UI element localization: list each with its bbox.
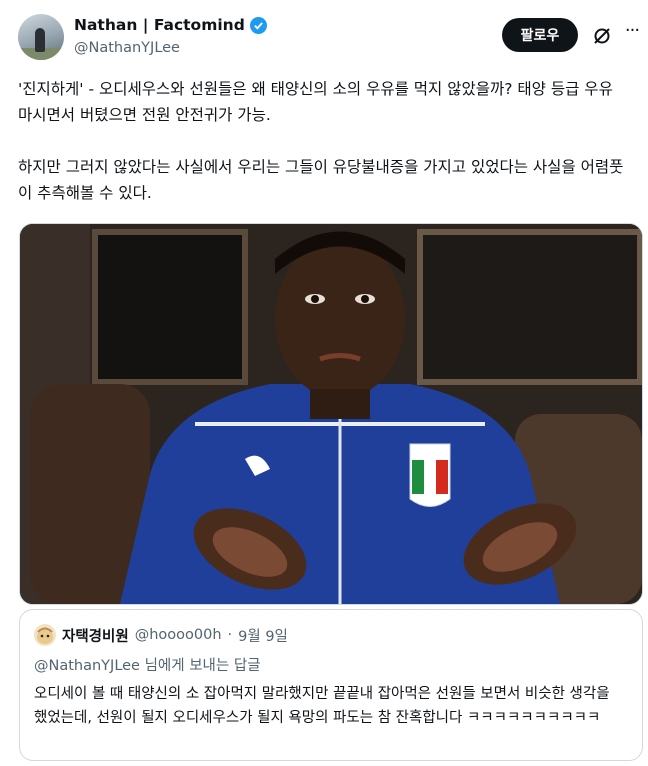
background-frame bbox=[92, 229, 248, 385]
quote-author-name[interactable]: 자택경비원 bbox=[62, 625, 129, 646]
post-paragraph-2: 하지만 그러지 않았다는 사실에서 우리는 그들이 유당불내증을 가지고 있었다… bbox=[18, 158, 624, 202]
author-avatar[interactable] bbox=[18, 14, 64, 60]
quote-text: 오디세이 볼 때 태양신의 소 잡아먹지 말라했지만 끝끝내 잡아먹은 선원들 … bbox=[34, 686, 610, 726]
avatar-figure bbox=[35, 28, 45, 52]
quoted-post[interactable]: 자택경비원 @hoooo00h · 9월 9일 @NathanYJLee 님에게… bbox=[19, 609, 643, 761]
post-image-illustration bbox=[20, 224, 642, 604]
post-text: '진지하게' - 오디세우스와 선원들은 왜 태양신의 소의 우유를 먹지 않았… bbox=[18, 76, 630, 206]
quote-header: 자택경비원 @hoooo00h · 9월 9일 bbox=[34, 624, 288, 646]
quote-avatar[interactable] bbox=[34, 624, 56, 646]
post-paragraph-1: '진지하게' - 오디세우스와 선원들은 왜 태양신의 소의 우유를 먹지 않았… bbox=[18, 80, 613, 124]
post-image[interactable] bbox=[19, 223, 643, 605]
author-name[interactable]: Nathan | Factomind bbox=[74, 16, 245, 34]
more-icon[interactable]: ··· bbox=[622, 22, 642, 44]
verified-badge-icon bbox=[249, 16, 267, 34]
background-window bbox=[417, 229, 642, 385]
face bbox=[275, 239, 405, 399]
quote-reply-to: @NathanYJLee 님에게 보내는 답글 bbox=[34, 658, 261, 674]
author-handle[interactable]: @NathanYJLee bbox=[74, 40, 180, 56]
quote-author-handle[interactable]: @hoooo00h bbox=[135, 627, 222, 643]
post-header: Nathan | Factomind @NathanYJLee 팔로우 ··· bbox=[18, 14, 640, 64]
follow-button[interactable]: 팔로우 bbox=[502, 18, 578, 52]
grok-icon[interactable] bbox=[592, 26, 612, 46]
quote-separator: · bbox=[227, 627, 233, 643]
quote-date[interactable]: 9월 9일 bbox=[238, 625, 288, 646]
author-name-row: Nathan | Factomind bbox=[74, 16, 267, 34]
